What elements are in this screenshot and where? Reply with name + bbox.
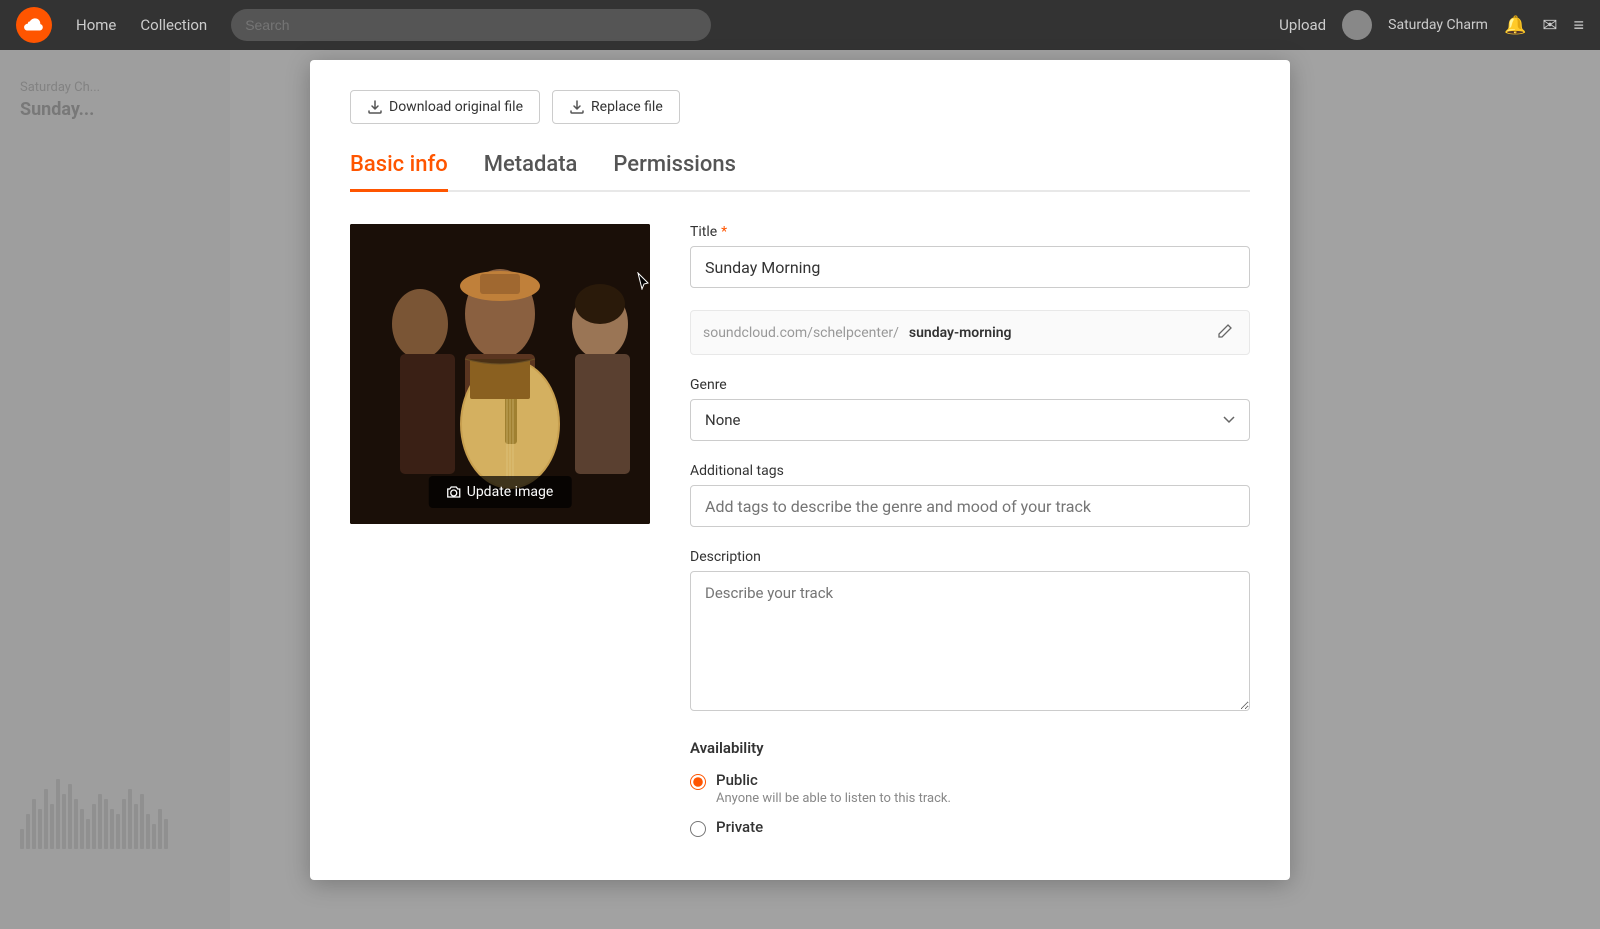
public-radio[interactable] — [690, 774, 706, 790]
modal-toolbar: Download original file Replace file — [350, 90, 1250, 124]
description-label: Description — [690, 549, 1250, 565]
nav-right: Upload Saturday Charm 🔔 ✉ ≡ — [1279, 10, 1584, 40]
camera-icon — [447, 485, 461, 499]
title-input[interactable] — [690, 246, 1250, 288]
availability-label: Availability — [690, 739, 1250, 757]
replace-icon — [569, 99, 585, 115]
description-field-group: Description — [690, 549, 1250, 715]
private-option: Private — [690, 818, 1250, 837]
track-image-container: Update image — [350, 224, 650, 524]
tab-basic-info[interactable]: Basic info — [350, 152, 448, 192]
form-layout: Update image Title * soundcloud.com/sche… — [350, 224, 1250, 849]
tags-field-group: Additional tags — [690, 463, 1250, 527]
tags-label: Additional tags — [690, 463, 1250, 479]
username-label: Saturday Charm — [1388, 17, 1488, 33]
private-radio[interactable] — [690, 821, 706, 837]
public-desc: Anyone will be able to listen to this tr… — [716, 791, 951, 806]
nav-messages-icon[interactable]: ✉ — [1542, 15, 1557, 36]
availability-section: Availability Public Anyone will be able … — [690, 739, 1250, 837]
top-navigation: Home Collection Upload Saturday Charm 🔔 … — [0, 0, 1600, 50]
form-fields: Title * soundcloud.com/schelpcenter/sund… — [690, 224, 1250, 849]
tab-permissions[interactable]: Permissions — [613, 152, 736, 192]
nav-upload[interactable]: Upload — [1279, 16, 1326, 34]
genre-select[interactable]: None Electronic Rock Pop Hip-Hop Jazz Cl… — [690, 399, 1250, 441]
soundcloud-logo[interactable] — [16, 7, 52, 43]
genre-label: Genre — [690, 377, 1250, 393]
replace-file-button[interactable]: Replace file — [552, 90, 680, 124]
url-row: soundcloud.com/schelpcenter/sunday-morni… — [690, 310, 1250, 355]
public-option: Public Anyone will be able to listen to … — [690, 771, 1250, 806]
user-avatar[interactable] — [1342, 10, 1372, 40]
modal-overlay: Download original file Replace file Basi… — [0, 50, 1600, 929]
title-field-group: Title * — [690, 224, 1250, 288]
private-label: Private — [716, 818, 763, 836]
pencil-icon — [1217, 323, 1233, 339]
nav-menu-icon[interactable]: ≡ — [1573, 15, 1584, 36]
nav-notifications-icon[interactable]: 🔔 — [1504, 15, 1526, 36]
nav-home[interactable]: Home — [76, 16, 116, 34]
download-icon — [367, 99, 383, 115]
description-textarea[interactable] — [690, 571, 1250, 711]
tags-input[interactable] — [690, 485, 1250, 527]
tab-metadata[interactable]: Metadata — [484, 152, 578, 192]
title-required-marker: * — [721, 224, 727, 240]
genre-field-group: Genre None Electronic Rock Pop Hip-Hop J… — [690, 377, 1250, 441]
image-area: Update image — [350, 224, 650, 849]
public-label: Public — [716, 771, 951, 789]
search-input[interactable] — [231, 9, 711, 41]
update-image-button[interactable]: Update image — [429, 476, 572, 508]
edit-track-modal: Download original file Replace file Basi… — [310, 60, 1290, 880]
tab-bar: Basic info Metadata Permissions — [350, 152, 1250, 192]
url-edit-button[interactable] — [1213, 319, 1237, 346]
download-original-button[interactable]: Download original file — [350, 90, 540, 124]
url-slug: sunday-morning — [909, 325, 1012, 341]
title-label: Title * — [690, 224, 1250, 240]
nav-collection[interactable]: Collection — [140, 16, 207, 34]
url-prefix: soundcloud.com/schelpcenter/ — [703, 325, 899, 341]
